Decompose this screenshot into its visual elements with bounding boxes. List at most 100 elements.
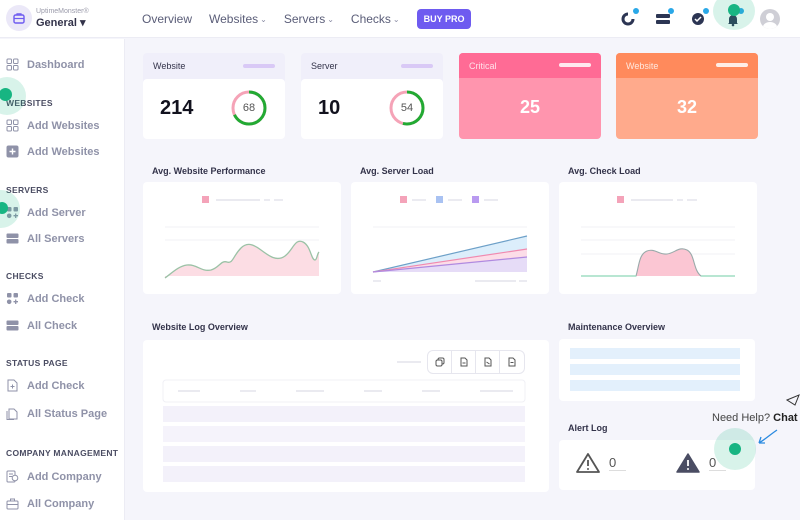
export-csv-button[interactable] bbox=[452, 351, 476, 373]
maintenance-row[interactable] bbox=[570, 364, 740, 375]
file-csv-icon bbox=[460, 357, 467, 367]
copy-icon bbox=[435, 357, 444, 367]
file-excel-icon bbox=[484, 357, 491, 367]
copy-button[interactable] bbox=[428, 351, 452, 373]
server-stat-card[interactable]: Server 10 54 bbox=[301, 53, 443, 139]
sidebar-label: Add Websites bbox=[27, 119, 100, 132]
website-alert-stat-card[interactable]: Website 32 bbox=[616, 53, 758, 139]
card-label: Website bbox=[153, 61, 186, 71]
card-label: Critical bbox=[469, 61, 497, 71]
legend-swatch bbox=[400, 196, 407, 203]
add-check-icon bbox=[6, 293, 18, 305]
sidebar-label: All Company bbox=[27, 497, 95, 510]
warning-count: 0 bbox=[609, 455, 627, 471]
critical-stat-card[interactable]: Critical 25 bbox=[459, 53, 601, 139]
website-stat-card[interactable]: Website 214 68 bbox=[143, 53, 285, 139]
sidebar-item-add-check[interactable]: Add Check bbox=[6, 292, 84, 305]
workspace-switcher[interactable]: UptimeMonster® General ▾ bbox=[6, 5, 89, 31]
sidebar-label: Add Websites bbox=[27, 145, 100, 158]
help-chat-link[interactable]: Need Help? Chat w bbox=[712, 412, 800, 424]
nav-label: Overview bbox=[142, 12, 193, 26]
section-heading-company: COMPANY MANAGEMENT bbox=[6, 448, 119, 458]
sidebar-item-all-status-page[interactable]: All Status Page bbox=[6, 407, 107, 420]
sidebar-item-add-status-check[interactable]: Add Check bbox=[6, 379, 84, 392]
legend-swatch bbox=[472, 196, 479, 203]
file-plus-icon bbox=[7, 379, 18, 392]
user-avatar[interactable] bbox=[760, 9, 780, 29]
table-row[interactable] bbox=[163, 466, 525, 482]
nav-websites[interactable]: Websites ⌄ bbox=[209, 12, 267, 26]
grid-icon bbox=[6, 119, 19, 132]
server-icon[interactable] bbox=[655, 8, 674, 27]
nav-label: Websites bbox=[209, 12, 259, 26]
export-excel-button[interactable] bbox=[476, 351, 500, 373]
area-series bbox=[636, 248, 701, 276]
table-row[interactable] bbox=[163, 426, 525, 442]
sidebar-label: Add Server bbox=[27, 206, 86, 219]
sidebar-item-dashboard[interactable]: Dashboard bbox=[6, 58, 84, 71]
main-nav: Overview Websites ⌄ Servers ⌄ Checks ⌄ BUY … bbox=[142, 0, 472, 38]
table-header bbox=[162, 379, 526, 403]
card-label: Server bbox=[311, 61, 338, 71]
paper-plane-icon bbox=[786, 394, 800, 406]
sidebar-item-add-websites[interactable]: Add Websites bbox=[6, 119, 100, 132]
website-ring-value: 68 bbox=[242, 102, 256, 114]
sidebar-label: Dashboard bbox=[27, 58, 85, 71]
card-label: Website bbox=[626, 61, 659, 71]
help-link: Chat w bbox=[773, 412, 800, 424]
sidebar-label: Add Company bbox=[27, 470, 102, 483]
arrow-icon bbox=[758, 429, 778, 444]
warning-filled-icon bbox=[676, 453, 700, 473]
uptime-icon[interactable] bbox=[620, 8, 639, 27]
panel-title-maintenance: Maintenance Overview bbox=[568, 322, 666, 332]
panel-title-server-load: Avg. Server Load bbox=[360, 166, 434, 176]
chevron-down-icon: ⌄ bbox=[327, 14, 334, 24]
check-icon[interactable] bbox=[690, 8, 709, 27]
notification-dot bbox=[703, 8, 709, 14]
nav-label: Servers bbox=[283, 12, 326, 26]
notification-dot bbox=[633, 8, 639, 14]
nav-overview[interactable]: Overview bbox=[142, 12, 192, 26]
sidebar-label: All Servers bbox=[27, 232, 85, 245]
server-stack-icon bbox=[6, 320, 19, 331]
website-performance-chart bbox=[143, 182, 341, 294]
nav-servers[interactable]: Servers ⌄ bbox=[284, 12, 334, 26]
server-count: 10 bbox=[318, 97, 341, 119]
buy-pro-button[interactable]: BUY PRO bbox=[416, 9, 472, 29]
alert-warning-item[interactable]: 0 bbox=[575, 452, 627, 474]
sidebar: Dashboard WEBSITES Add Websites Add Webs… bbox=[0, 39, 125, 520]
card-body: 10 54 bbox=[301, 79, 443, 139]
legend-swatch bbox=[436, 196, 443, 203]
export-toolbar bbox=[427, 350, 525, 374]
nav-checks[interactable]: Checks ⌄ bbox=[351, 12, 400, 26]
workspace-name[interactable]: General ▾ bbox=[36, 17, 89, 29]
chevron-down-icon: ⌄ bbox=[392, 14, 400, 24]
card-menu-bar bbox=[401, 64, 433, 68]
files-icon bbox=[6, 408, 18, 420]
server-ring-value: 54 bbox=[400, 102, 414, 114]
sidebar-label: All Status Page bbox=[27, 407, 108, 420]
maintenance-row[interactable] bbox=[570, 380, 740, 391]
top-icons bbox=[620, 0, 800, 38]
sidebar-label: Add Check bbox=[27, 379, 85, 392]
section-heading-checks: CHECKS bbox=[6, 271, 44, 281]
table-row[interactable] bbox=[163, 446, 525, 462]
plus-square-icon bbox=[6, 145, 19, 158]
notification-dot bbox=[668, 8, 674, 14]
sidebar-item-all-company[interactable]: All Company bbox=[6, 497, 94, 510]
legend-swatch bbox=[617, 196, 624, 203]
table-row[interactable] bbox=[163, 406, 525, 422]
server-stack-icon bbox=[6, 233, 19, 244]
sidebar-item-all-check[interactable]: All Check bbox=[6, 319, 77, 332]
sidebar-item-add-websites-2[interactable]: Add Websites bbox=[6, 145, 100, 158]
click-highlight bbox=[714, 428, 756, 470]
warning-outline-icon bbox=[576, 453, 600, 473]
export-pdf-button[interactable] bbox=[500, 351, 524, 373]
card-body: 214 68 bbox=[143, 79, 285, 139]
briefcase-icon bbox=[6, 498, 19, 510]
sidebar-item-add-company[interactable]: Add Company bbox=[6, 470, 102, 483]
legend-swatch bbox=[202, 196, 209, 203]
sidebar-item-all-servers[interactable]: All Servers bbox=[6, 232, 84, 245]
chevron-down-icon: ⌄ bbox=[260, 14, 267, 24]
maintenance-row[interactable] bbox=[570, 348, 740, 359]
